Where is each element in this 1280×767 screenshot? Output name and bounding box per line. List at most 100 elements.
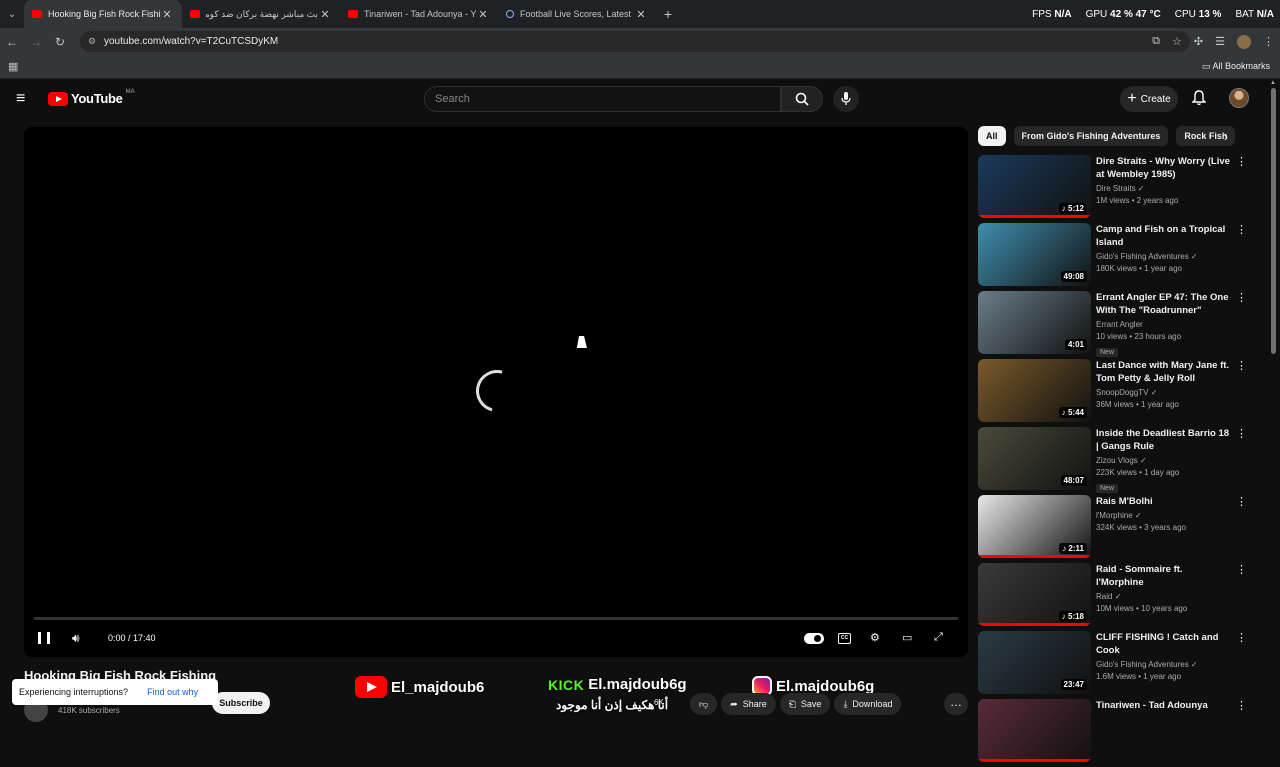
theater-mode-icon[interactable]: ▭ bbox=[902, 631, 912, 644]
video-thumbnail[interactable]: ♪ 2:11 bbox=[978, 495, 1091, 558]
recommendation-item[interactable]: 23:47 CLIFF FISHING ! Catch and Cook Gido'… bbox=[978, 631, 1248, 699]
video-thumbnail[interactable] bbox=[978, 699, 1091, 762]
share-button[interactable]: ➦ Share bbox=[721, 693, 776, 715]
recommendation-item[interactable]: 4:01 Errant Angler EP 47: The One With Th… bbox=[978, 291, 1248, 359]
rec-channel[interactable]: Gido's Fishing Adventures ✓ bbox=[1096, 660, 1230, 669]
tab-search-icon[interactable]: ⌄ bbox=[0, 0, 24, 28]
rec-channel[interactable]: Errant Angler bbox=[1096, 320, 1230, 329]
search-button[interactable] bbox=[781, 86, 823, 112]
bookmark-star-icon[interactable]: ☆ bbox=[1172, 35, 1182, 48]
reading-list-icon[interactable]: ☰ bbox=[1215, 35, 1225, 48]
rec-channel[interactable]: Dire Straits ✓ bbox=[1096, 184, 1230, 193]
create-button[interactable]: + Create bbox=[1120, 86, 1178, 112]
recommendation-item[interactable]: ♪ 2:11 Rais M'Bolhi l'Morphine ✓ 324K views… bbox=[978, 495, 1248, 563]
profile-avatar[interactable] bbox=[1237, 34, 1251, 49]
chip-channel[interactable]: From Gido's Fishing Adventures bbox=[1013, 126, 1169, 146]
forward-icon[interactable]: → bbox=[24, 35, 48, 49]
video-thumbnail[interactable]: ♪ 5:44 bbox=[978, 359, 1091, 422]
rec-title[interactable]: Camp and Fish on a Tropical Island bbox=[1096, 223, 1230, 249]
browser-tab[interactable]: Tinariwen - Tad Adounya - You ✕ bbox=[340, 0, 498, 28]
back-icon[interactable]: ← bbox=[0, 35, 24, 49]
recommendation-item[interactable]: Tinariwen - Tad Adounya ⋮ bbox=[978, 699, 1248, 767]
more-options-icon[interactable]: ⋮ bbox=[1236, 429, 1247, 440]
close-icon[interactable]: ✕ bbox=[634, 8, 648, 21]
close-icon[interactable]: ✕ bbox=[318, 8, 332, 21]
voice-search-button[interactable] bbox=[833, 86, 859, 112]
more-actions-button[interactable]: … bbox=[944, 693, 968, 715]
captions-icon[interactable]: CC bbox=[838, 633, 851, 644]
pause-button[interactable] bbox=[38, 632, 50, 644]
reload-icon[interactable]: ↻ bbox=[48, 35, 72, 49]
video-thumbnail[interactable]: 4:01 bbox=[978, 291, 1091, 354]
rec-channel[interactable]: SnoopDoggTV ✓ bbox=[1096, 388, 1230, 397]
save-button[interactable]: ⎗ Save bbox=[779, 693, 831, 715]
scroll-up-arrow[interactable]: ▲ bbox=[1270, 80, 1276, 86]
video-thumbnail[interactable]: 48:07 bbox=[978, 427, 1091, 490]
find-out-why-link[interactable]: Find out why bbox=[147, 687, 198, 697]
recommendation-item[interactable]: 49:08 Camp and Fish on a Tropical Island G… bbox=[978, 223, 1248, 291]
download-button[interactable]: ⤓ Download bbox=[834, 693, 902, 715]
apps-grid-icon[interactable]: ▦ bbox=[8, 60, 18, 73]
site-info-icon[interactable]: ⚙ bbox=[88, 36, 96, 47]
fullscreen-icon[interactable]: ⤢ bbox=[934, 631, 943, 644]
more-options-icon[interactable]: ⋮ bbox=[1236, 633, 1247, 644]
rec-title[interactable]: Errant Angler EP 47: The One With The "R… bbox=[1096, 291, 1230, 317]
youtube-logo[interactable]: YouTube MA bbox=[48, 89, 135, 106]
video-player[interactable]: 🔊︎ 0:00 / 17:40 CC ⚙ ▭ ⤢ bbox=[24, 127, 968, 657]
close-icon[interactable]: ✕ bbox=[160, 8, 174, 21]
notifications-button[interactable] bbox=[1191, 90, 1207, 111]
install-app-icon[interactable]: ⧉ bbox=[1152, 35, 1160, 48]
rec-title[interactable]: Tinariwen - Tad Adounya bbox=[1096, 699, 1230, 712]
browser-tab[interactable]: بث مباشر نهضة بركان ضد كومو ✕ bbox=[182, 0, 340, 28]
dislike-button[interactable]: 👎︎ bbox=[690, 693, 718, 715]
more-options-icon[interactable]: ⋮ bbox=[1236, 497, 1247, 508]
rec-channel[interactable]: Gido's Fishing Adventures ✓ bbox=[1096, 252, 1230, 261]
recommendation-item[interactable]: 48:07 Inside the Deadliest Barrio 18 | Ga… bbox=[978, 427, 1248, 495]
more-options-icon[interactable]: ⋮ bbox=[1236, 157, 1247, 168]
all-bookmarks-button[interactable]: ▭ All Bookmarks bbox=[1202, 61, 1270, 72]
more-options-icon[interactable]: ⋮ bbox=[1236, 361, 1247, 372]
verified-icon: ✓ bbox=[1137, 184, 1145, 193]
recommendation-item[interactable]: ♪ 5:12 Dire Straits - Why Worry (Live at … bbox=[978, 155, 1248, 223]
microphone-icon bbox=[841, 92, 851, 105]
video-thumbnail[interactable]: 23:47 bbox=[978, 631, 1091, 694]
more-options-icon[interactable]: ⋮ bbox=[1236, 701, 1247, 712]
menu-icon[interactable]: ⋮ bbox=[1263, 35, 1274, 48]
volume-icon[interactable]: 🔊︎ bbox=[72, 631, 80, 646]
search-input[interactable]: Search bbox=[424, 86, 781, 112]
rec-title[interactable]: Last Dance with Mary Jane ft. Tom Petty … bbox=[1096, 359, 1230, 385]
chevron-right-icon[interactable]: › bbox=[1224, 130, 1228, 144]
url-field[interactable]: ⚙ youtube.com/watch?v=T2CuTCSDyKM bbox=[80, 31, 1190, 52]
rec-channel[interactable]: l'Morphine ✓ bbox=[1096, 511, 1230, 520]
progress-bar[interactable] bbox=[34, 617, 958, 620]
hamburger-menu-icon[interactable]: ≡ bbox=[16, 91, 32, 107]
account-avatar[interactable] bbox=[1229, 88, 1249, 108]
rec-title[interactable]: Dire Straits - Why Worry (Live at Wemble… bbox=[1096, 155, 1230, 181]
subscribe-button[interactable]: Subscribe bbox=[212, 692, 270, 714]
video-thumbnail[interactable]: ♪ 5:18 bbox=[978, 563, 1091, 626]
tab-title: بث مباشر نهضة بركان ضد كومو bbox=[206, 8, 318, 19]
page-scrollbar[interactable] bbox=[1271, 88, 1276, 354]
rec-channel[interactable]: Raid ✓ bbox=[1096, 592, 1230, 601]
more-options-icon[interactable]: ⋮ bbox=[1236, 565, 1247, 576]
rec-title[interactable]: Rais M'Bolhi bbox=[1096, 495, 1230, 508]
more-options-icon[interactable]: ⋮ bbox=[1236, 225, 1247, 236]
rec-title[interactable]: Inside the Deadliest Barrio 18 | Gangs R… bbox=[1096, 427, 1230, 453]
chip-all[interactable]: All bbox=[978, 126, 1006, 146]
rec-channel[interactable]: Zizou Vlogs ✓ bbox=[1096, 456, 1230, 465]
recommendation-item[interactable]: ♪ 5:18 Raid - Sommaire ft. l'Morphine Raid… bbox=[978, 563, 1248, 631]
autoplay-toggle[interactable] bbox=[804, 633, 824, 644]
like-count[interactable]: 6K bbox=[654, 698, 664, 707]
video-thumbnail[interactable]: 49:08 bbox=[978, 223, 1091, 286]
new-tab-icon[interactable]: + bbox=[656, 6, 680, 22]
browser-tab[interactable]: Hooking Big Fish Rock Fishing ✕ bbox=[24, 0, 182, 28]
browser-tab[interactable]: Football Live Scores, Latest Foo ✕ bbox=[498, 0, 656, 28]
recommendation-item[interactable]: ♪ 5:44 Last Dance with Mary Jane ft. Tom … bbox=[978, 359, 1248, 427]
close-icon[interactable]: ✕ bbox=[476, 8, 490, 21]
settings-gear-icon[interactable]: ⚙ bbox=[870, 631, 880, 644]
rec-title[interactable]: CLIFF FISHING ! Catch and Cook bbox=[1096, 631, 1230, 657]
video-thumbnail[interactable]: ♪ 5:12 bbox=[978, 155, 1091, 218]
extensions-icon[interactable]: ✣ bbox=[1194, 35, 1203, 48]
more-options-icon[interactable]: ⋮ bbox=[1236, 293, 1247, 304]
rec-title[interactable]: Raid - Sommaire ft. l'Morphine bbox=[1096, 563, 1230, 589]
